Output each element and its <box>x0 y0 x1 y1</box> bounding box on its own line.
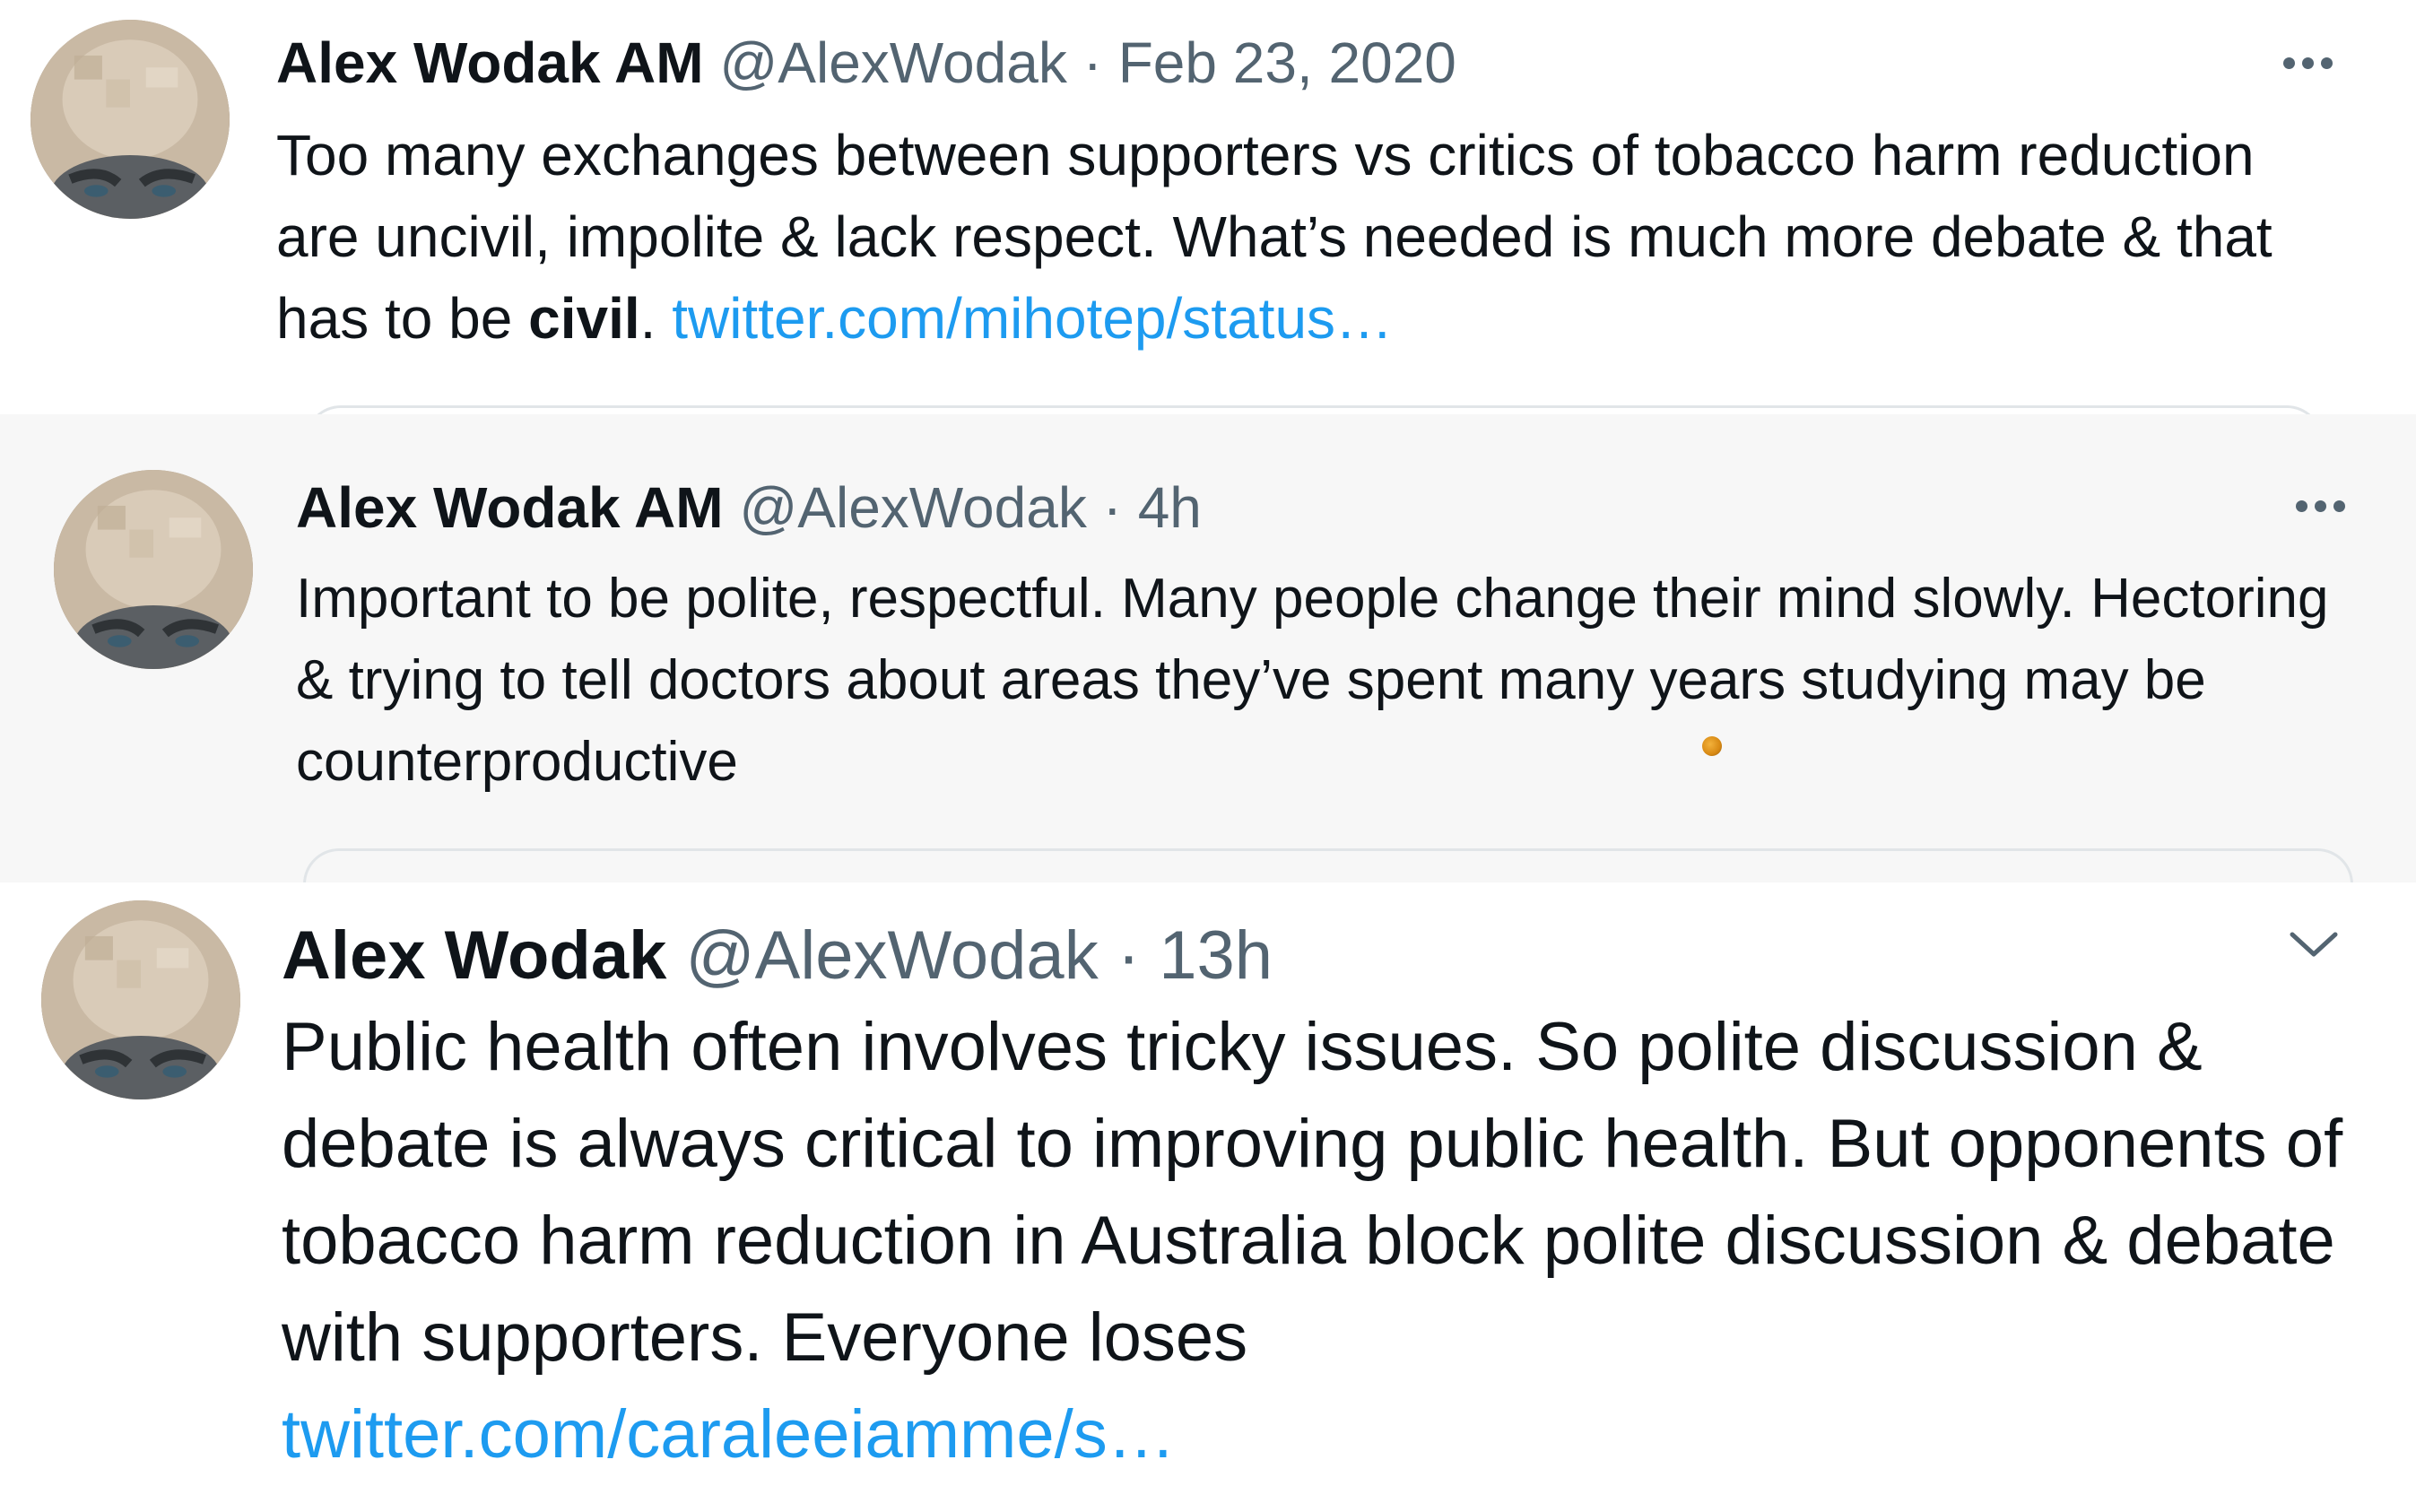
tweet-text: Too many exchanges between supporters vs… <box>276 115 2339 360</box>
author-handle[interactable]: @AlexWodak <box>719 30 1067 95</box>
tweet-header: Alex Wodak AM @AlexWodak · Feb 23, 2020 <box>276 34 1456 91</box>
tweet-1[interactable]: Alex Wodak AM @AlexWodak · Feb 23, 2020 … <box>0 0 2416 441</box>
author-handle[interactable]: @AlexWodak <box>686 917 1099 994</box>
avatar[interactable] <box>54 470 253 669</box>
avatar[interactable] <box>30 20 230 219</box>
tweet-text-part: . <box>639 286 673 351</box>
separator-dot: · <box>1117 917 1141 994</box>
tweet-header: Alex Wodak AM @AlexWodak · 4h <box>296 479 1202 536</box>
author-name[interactable]: Alex Wodak <box>282 917 666 994</box>
avatar[interactable] <box>41 900 240 1099</box>
emoji-icon <box>1702 736 1722 756</box>
tweet-3[interactable]: Alex Wodak @AlexWodak · 13h Public healt… <box>0 882 2416 1512</box>
more-horizontal-icon[interactable] <box>2283 57 2333 69</box>
tweet-text-part: Public health often involves tricky issu… <box>282 1009 2343 1376</box>
tweet-text: Public health often involves tricky issu… <box>282 999 2380 1483</box>
tweet-link[interactable]: twitter.com/caraleeiamme/s… <box>282 1396 1176 1473</box>
tweet-text: Important to be polite, respectful. Many… <box>296 568 2329 793</box>
chevron-down-icon[interactable] <box>2285 925 2342 961</box>
tweet-2[interactable]: Alex Wodak AM @AlexWodak · 4h Important … <box>0 414 2416 884</box>
tweet-text-bold: civil <box>528 286 640 351</box>
separator-dot: · <box>1082 30 1102 95</box>
profile-photo-icon <box>54 470 253 669</box>
tweet-link[interactable]: twitter.com/mihotep/status… <box>672 286 1393 351</box>
author-name[interactable]: Alex Wodak AM <box>296 475 724 540</box>
profile-photo-icon <box>30 20 230 219</box>
timestamp[interactable]: Feb 23, 2020 <box>1118 30 1456 95</box>
timestamp[interactable]: 4h <box>1138 475 1202 540</box>
quoted-tweet-card[interactable] <box>303 848 2353 884</box>
separator-dot: · <box>1102 475 1122 540</box>
more-horizontal-icon[interactable] <box>2296 500 2345 512</box>
profile-photo-icon <box>41 900 240 1099</box>
author-name[interactable]: Alex Wodak AM <box>276 30 704 95</box>
timestamp[interactable]: 13h <box>1159 917 1273 994</box>
tweet-header: Alex Wodak @AlexWodak · 13h <box>282 922 1273 990</box>
author-handle[interactable]: @AlexWodak <box>739 475 1087 540</box>
